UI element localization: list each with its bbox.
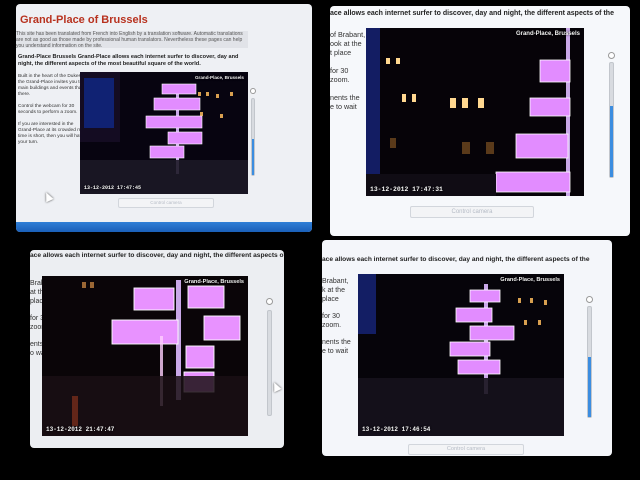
- mouse-cursor-icon: [270, 380, 282, 393]
- webcam-location-label: Grand-Place, Brussels: [194, 75, 244, 80]
- control-camera-button[interactable]: Control camera: [408, 444, 524, 455]
- paragraph-line: zoom.: [322, 321, 342, 329]
- paragraph-line: nents the: [330, 93, 360, 102]
- zoom-level-fill: [252, 138, 254, 175]
- intro-heading: ace allows each internet surfer to disco…: [30, 252, 284, 259]
- webcam-view[interactable]: Grand-Place, Brussels 13-12-2012 17:46:5…: [358, 274, 564, 436]
- webcam-view[interactable]: Grand-Place, Brussels 13-12-2012 21:47:4…: [42, 276, 248, 436]
- zoom-level-fill: [610, 106, 613, 177]
- paragraph-line: Brabant,: [322, 278, 349, 285]
- paragraph-line: for 30: [330, 66, 349, 75]
- zoom-knob[interactable]: [608, 52, 615, 59]
- webcam-scene: [42, 276, 248, 436]
- intro-heading: Grand-Place Brussels Grand-Place allows …: [18, 54, 239, 67]
- intro-paragraph: of Brabant, ook at the t place for 30 zoom.…: [330, 30, 365, 111]
- zoom-knob[interactable]: [250, 88, 256, 94]
- webcam-location-label: Grand-Place, Brussels: [500, 277, 560, 283]
- paragraph-line: nents the: [322, 339, 351, 347]
- paragraph-line: e to wait: [330, 102, 357, 111]
- zoom-slider[interactable]: [587, 306, 592, 418]
- zoom-knob[interactable]: [586, 296, 593, 303]
- paragraph-line: k at the: [322, 286, 345, 294]
- translation-notice: This site has been translated from Frenc…: [16, 31, 248, 49]
- zoom-knob[interactable]: [266, 298, 273, 305]
- webcam-timestamp: 13-12-2012 17:47:31: [370, 186, 443, 193]
- webcam-location-label: Grand-Place, Brussels: [515, 31, 580, 37]
- paragraph-line: for 30: [322, 313, 340, 320]
- paragraph-line: [330, 84, 365, 93]
- paragraph-line: e to wait: [322, 348, 349, 355]
- webcam-location-label: Grand-Place, Brussels: [184, 279, 244, 285]
- photo-bottom-right: ace allows each internet surfer to disco…: [322, 240, 612, 456]
- paragraph-line: ook at the: [330, 39, 362, 48]
- paragraph-line: place: [322, 295, 339, 303]
- photo-top-left: Grand-Place of Brussels This site has be…: [16, 4, 312, 232]
- zoom-slider[interactable]: [251, 98, 255, 176]
- taskbar: [16, 222, 312, 232]
- control-camera-button[interactable]: Control camera: [118, 198, 214, 208]
- intro-paragraph: Brabant, k at the place for 30 zoom. nents …: [322, 278, 351, 357]
- control-camera-button[interactable]: Control camera: [410, 206, 534, 218]
- paragraph-line: [322, 331, 351, 340]
- paragraph-line: zoom.: [330, 75, 350, 84]
- webcam-scene: [366, 28, 584, 196]
- paragraph-line: [330, 57, 365, 66]
- paragraph-line: of Brabant,: [330, 30, 366, 39]
- intro-heading: ace allows each internet surfer to disco…: [322, 256, 590, 263]
- zoom-slider[interactable]: [609, 62, 614, 178]
- mouse-cursor-icon: [42, 190, 54, 203]
- photo-top-right: ace allows each internet surfer to disco…: [330, 6, 630, 236]
- photo-bottom-left: ace allows each internet surfer to disco…: [30, 250, 284, 448]
- intro-heading: ace allows each internet surfer to disco…: [330, 10, 614, 17]
- zoom-level-fill: [588, 356, 591, 417]
- paragraph-line: [322, 304, 351, 313]
- webcam-view[interactable]: Grand-Place, Brussels 13-12-2012 17:47:4…: [80, 72, 248, 194]
- page-title: Grand-Place of Brussels: [20, 14, 148, 26]
- webcam-timestamp: 13-12-2012 17:46:54: [362, 426, 431, 433]
- webcam-timestamp: 13-12-2012 17:47:45: [84, 185, 142, 191]
- paragraph-line: t place: [330, 48, 352, 57]
- webcam-timestamp: 13-12-2012 21:47:47: [46, 426, 115, 433]
- webcam-scene: [80, 72, 248, 194]
- webcam-scene: [358, 274, 564, 436]
- webcam-view[interactable]: Grand-Place, Brussels 13-12-2012 17:47:3…: [366, 28, 584, 196]
- zoom-slider[interactable]: [267, 310, 272, 416]
